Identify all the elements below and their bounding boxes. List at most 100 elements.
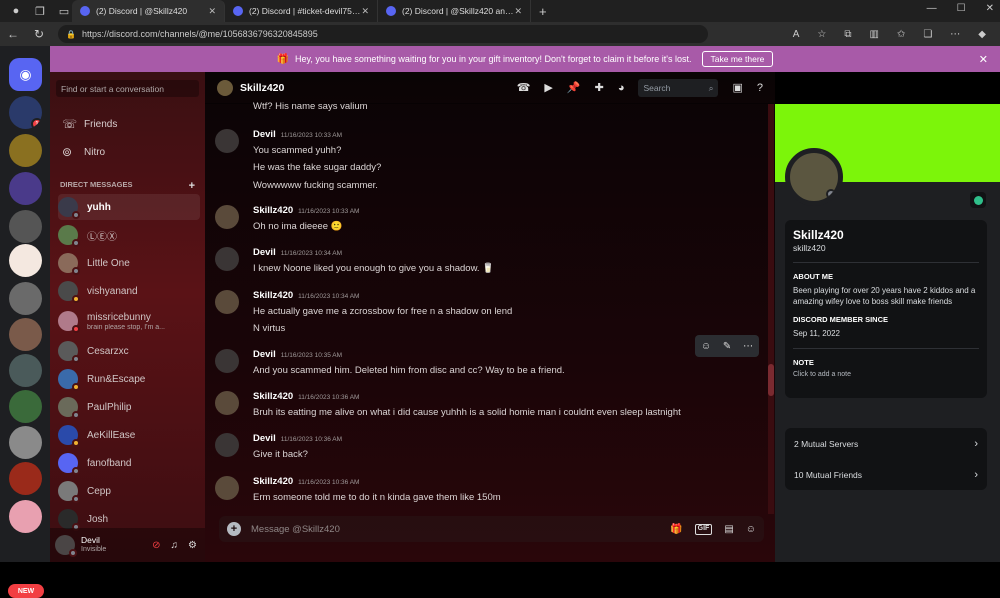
take-me-there-button[interactable]: Take me there — [701, 51, 774, 67]
server-icon[interactable] — [9, 426, 42, 459]
server-icon[interactable] — [9, 354, 42, 387]
user-name: Devil — [81, 535, 100, 545]
message: Wtf? His name says valium — [253, 101, 368, 112]
read-aloud-icon[interactable]: A — [793, 29, 800, 40]
dm-item[interactable]: Cesarzxc — [58, 338, 200, 364]
dm-item[interactable]: ⓁⒺⓍ — [58, 222, 200, 248]
inbox-icon[interactable]: ▣ — [732, 81, 742, 94]
find-conversation-input[interactable]: Find or start a conversation — [56, 80, 199, 97]
browser-tab-3[interactable]: (2) Discord | @Skillz420 and 1 m ✕ — [378, 0, 531, 22]
dm-item[interactable]: vishyanand — [58, 278, 200, 304]
dismiss-banner-icon[interactable]: ✕ — [979, 53, 988, 66]
avatar[interactable] — [215, 247, 239, 271]
browser-tab-1[interactable]: (2) Discord | @Skillz420 ✕ — [72, 0, 225, 22]
avatar[interactable] — [215, 290, 239, 314]
friends-nav[interactable]: ☏ Friends — [58, 112, 198, 136]
server-icon[interactable]: 1 — [9, 96, 42, 129]
help-icon[interactable]: ? — [757, 82, 763, 94]
search-input[interactable]: Search ⌕ — [638, 78, 719, 97]
gift-icon[interactable]: 🎁 — [670, 524, 682, 535]
close-tab-icon[interactable]: ✕ — [514, 6, 522, 17]
server-icon[interactable] — [9, 390, 42, 423]
collections-icon[interactable]: ❏ — [923, 29, 932, 40]
mic-muted-icon[interactable]: ⊘ — [152, 540, 160, 551]
message-input[interactable]: Message @Skillz420 — [251, 524, 340, 535]
server-icon[interactable] — [9, 318, 42, 351]
nitro-badge-icon[interactable] — [970, 192, 986, 208]
close-window-icon[interactable]: ✕ — [986, 3, 994, 14]
add-friend-icon[interactable]: ✚ — [595, 81, 604, 94]
status-offline-icon — [72, 355, 80, 363]
server-icon[interactable] — [9, 210, 42, 243]
status-offline-icon — [72, 211, 80, 219]
add-reaction-icon[interactable]: ☺ — [701, 341, 711, 352]
dm-item[interactable]: fanofband — [58, 450, 200, 476]
server-icon[interactable] — [9, 134, 42, 167]
refresh-icon[interactable]: ↻ — [26, 27, 52, 41]
tab-actions-icon[interactable]: ▭ — [56, 3, 72, 19]
headphones-icon[interactable]: ♫ — [171, 540, 179, 551]
scrollbar-thumb[interactable] — [768, 364, 774, 396]
avatar[interactable] — [215, 349, 239, 373]
status-offline-icon — [72, 411, 80, 419]
more-icon[interactable]: ⋯ — [743, 341, 753, 352]
mutual-friends-row[interactable]: 10 Mutual Friends › — [785, 459, 987, 490]
create-dm-button[interactable]: + — [189, 180, 195, 192]
close-tab-icon[interactable]: ✕ — [361, 6, 369, 17]
status-offline-icon — [72, 495, 80, 503]
video-icon[interactable]: ▶ — [544, 81, 552, 94]
favorites-icon[interactable]: ✩ — [897, 29, 905, 40]
dm-item[interactable]: Run&Escape — [58, 366, 200, 392]
workspaces-icon[interactable]: ❐ — [32, 3, 48, 19]
pin-icon[interactable]: 📌 — [567, 81, 581, 94]
close-tab-icon[interactable]: ✕ — [208, 6, 216, 17]
new-pill[interactable]: NEW — [8, 584, 44, 598]
avatar[interactable] — [215, 129, 239, 153]
nitro-nav[interactable]: ⊚ Nitro — [58, 140, 198, 164]
gif-button[interactable]: GIF — [694, 523, 713, 535]
avatar[interactable] — [215, 433, 239, 457]
dm-item[interactable]: missricebunny brain please stop, I'm a... — [58, 308, 200, 334]
server-icon[interactable] — [9, 172, 42, 205]
dm-item[interactable]: yuhh — [58, 194, 200, 220]
profile-icon[interactable]: ● — [8, 3, 24, 19]
discord-favicon-icon — [386, 6, 396, 16]
server-icon[interactable] — [9, 282, 42, 315]
phone-icon[interactable]: ☎ — [517, 81, 531, 94]
back-icon[interactable]: ← — [0, 27, 26, 41]
server-icon[interactable] — [9, 500, 42, 533]
copilot-icon[interactable]: ◆ — [978, 29, 986, 40]
avatar[interactable] — [215, 391, 239, 415]
avatar[interactable] — [55, 535, 77, 557]
extensions-icon[interactable]: ⧉ — [844, 29, 851, 40]
maximize-icon[interactable]: ☐ — [957, 3, 966, 14]
browser-tab-2[interactable]: (2) Discord | #ticket-devil7512 | ✕ — [225, 0, 378, 22]
dm-item[interactable]: Cepp — [58, 478, 200, 504]
gear-icon[interactable]: ⚙ — [188, 540, 197, 551]
emoji-icon[interactable]: ☺ — [746, 524, 756, 535]
favorite-star-icon[interactable]: ☆ — [817, 29, 826, 40]
avatar[interactable] — [215, 205, 239, 229]
profile-avatar[interactable] — [785, 148, 843, 206]
home-discord-icon[interactable]: ◉ — [9, 58, 42, 91]
edit-icon[interactable]: ✎ — [723, 341, 731, 352]
url-field[interactable]: 🔒 https://discord.com/channels/@me/105683… — [58, 25, 708, 43]
minimize-icon[interactable]: — — [927, 3, 937, 14]
new-tab-button[interactable]: + — [539, 4, 547, 19]
server-icon[interactable] — [9, 462, 42, 495]
sticker-icon[interactable]: ▤ — [724, 524, 733, 535]
dm-item[interactable]: PaulPhilip — [58, 394, 200, 420]
server-icon[interactable] — [9, 244, 42, 277]
dm-item[interactable]: AeKillEase — [58, 422, 200, 448]
note-input[interactable]: Click to add a note — [793, 371, 979, 378]
mutual-servers-row[interactable]: 2 Mutual Servers › — [785, 428, 987, 459]
scrollbar-track[interactable] — [768, 104, 774, 514]
divider — [793, 262, 979, 263]
browser-menu-icon[interactable]: ⋯ — [950, 29, 960, 40]
avatar[interactable] — [215, 476, 239, 500]
dm-item[interactable]: Little One — [58, 250, 200, 276]
split-screen-icon[interactable]: ▥ — [869, 29, 878, 40]
nitro-icon: ⊚ — [62, 145, 73, 159]
profile-icon[interactable]: ◕ — [618, 82, 625, 94]
upload-plus-icon[interactable]: + — [227, 522, 241, 536]
